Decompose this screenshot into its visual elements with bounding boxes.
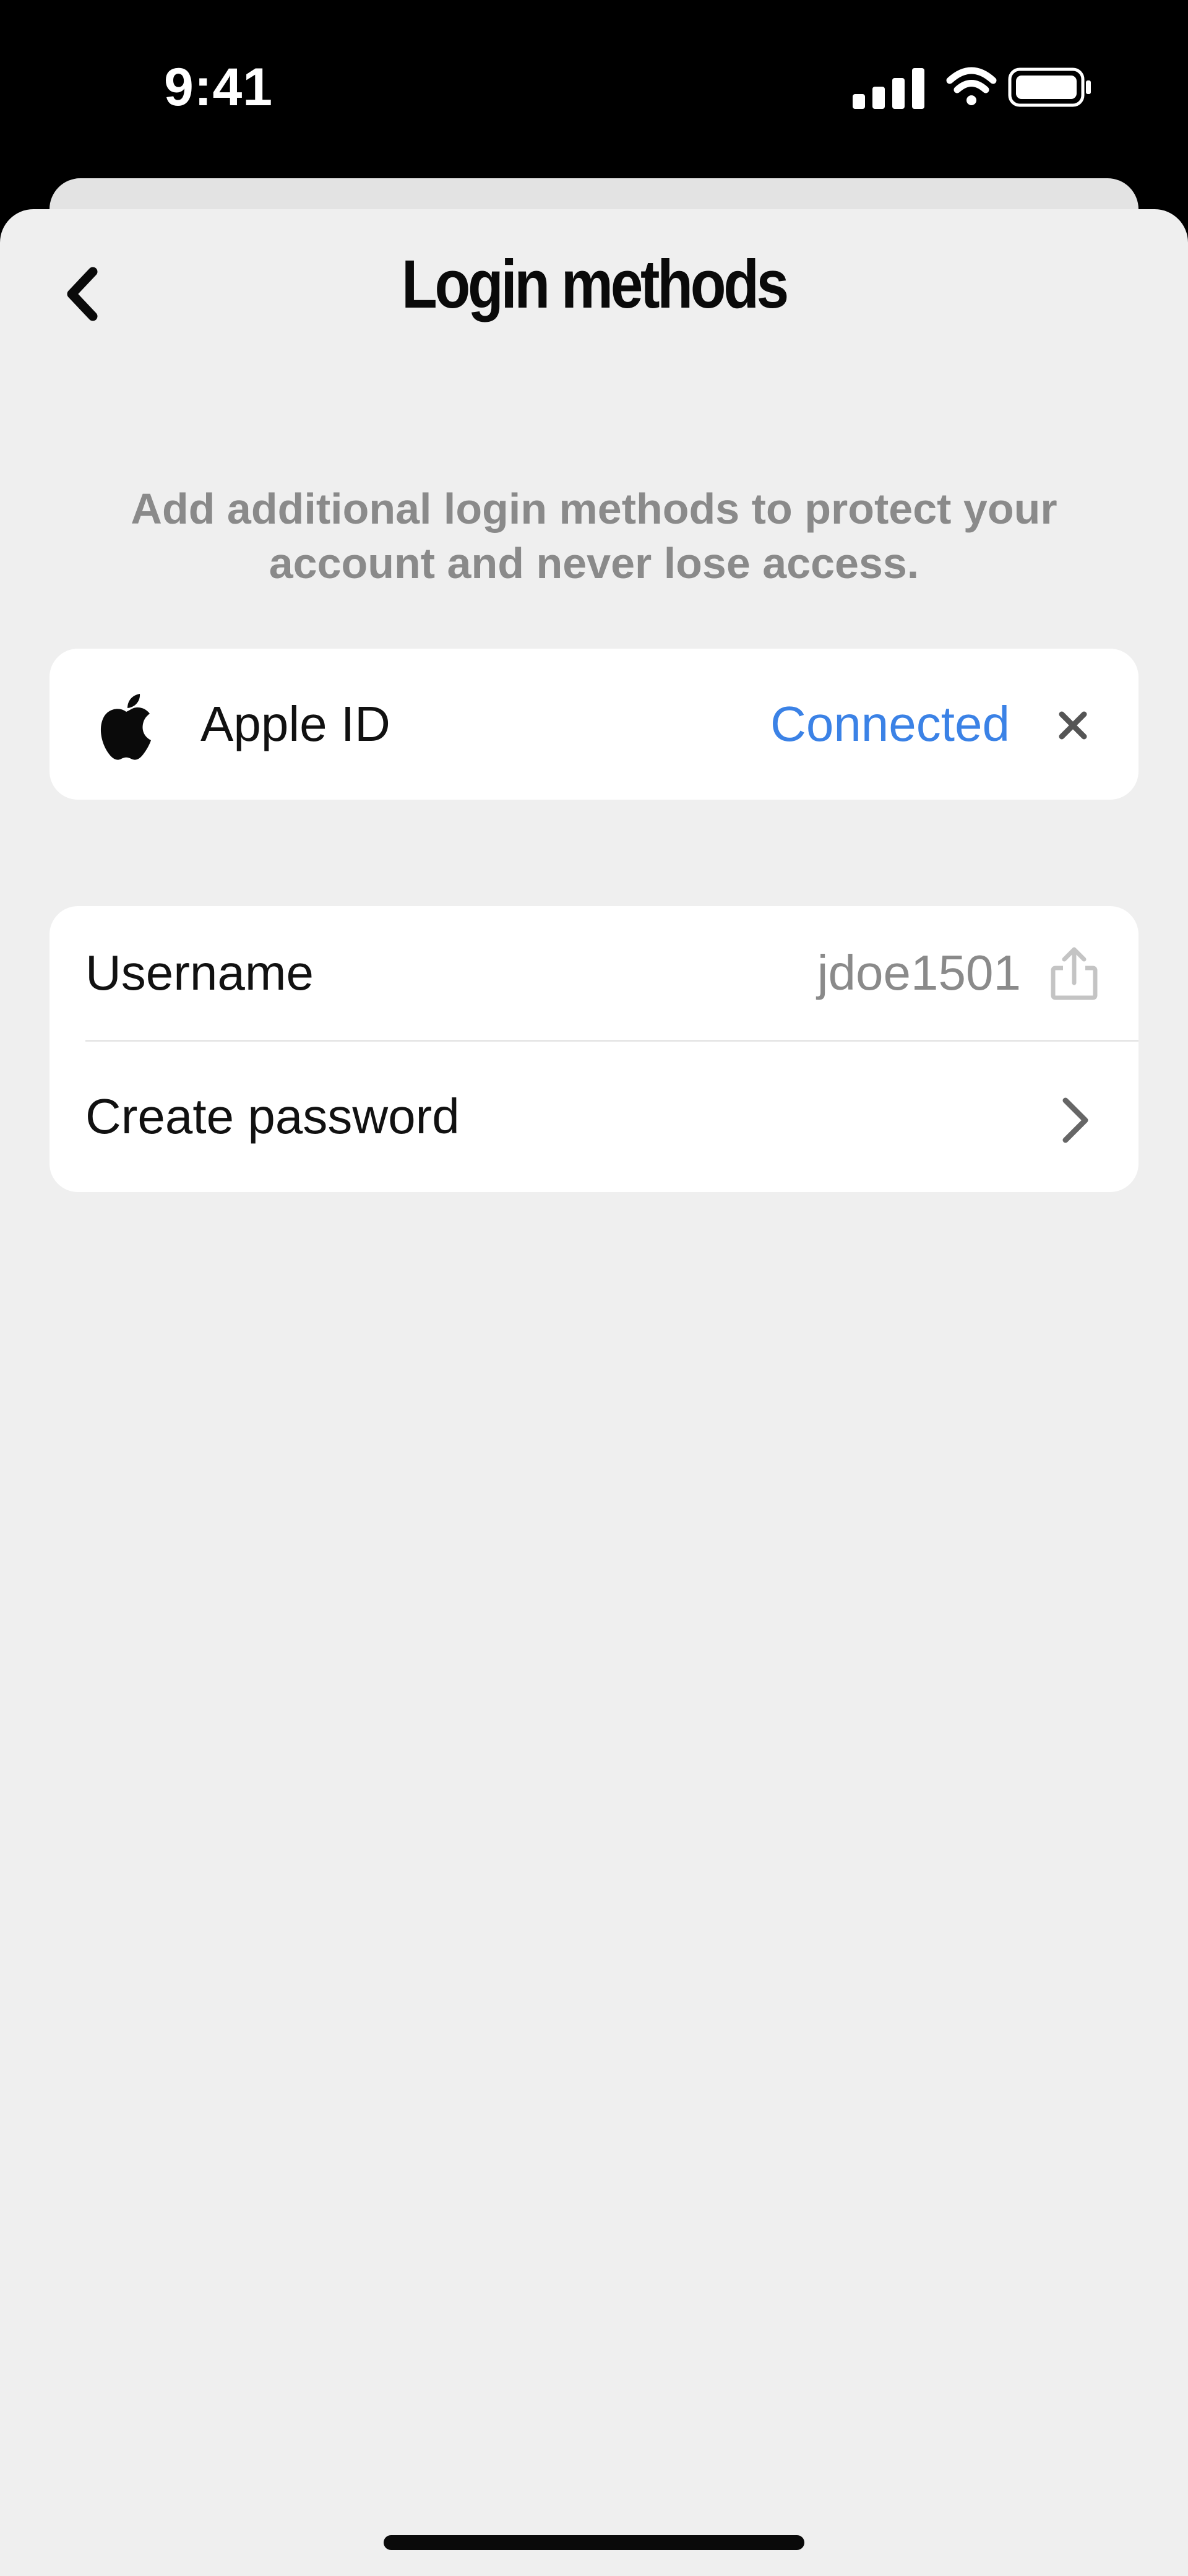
description-text: Add additional login methods to protect … xyxy=(131,485,1057,587)
page-title: Login methods xyxy=(401,246,789,322)
apple-logo-icon xyxy=(100,694,151,760)
cellular-signal-icon xyxy=(853,68,924,109)
home-indicator xyxy=(384,2535,804,2550)
status-icons xyxy=(853,67,1091,109)
share-icon[interactable] xyxy=(1044,943,1104,1003)
username-value: jdoe1501 xyxy=(817,945,1021,1000)
connected-status: Connected xyxy=(770,696,1010,751)
apple-id-label: Apple ID xyxy=(200,696,390,751)
wifi-icon xyxy=(946,67,997,105)
status-time: 9:41 xyxy=(164,58,273,117)
row-divider xyxy=(85,1040,1138,1042)
close-icon xyxy=(1059,711,1087,740)
create-password-label[interactable]: Create password xyxy=(85,1088,460,1145)
username-label: Username xyxy=(85,945,314,1000)
remove-apple-id-button[interactable] xyxy=(1048,701,1098,750)
battery-icon xyxy=(1008,67,1091,107)
status-bar: 9:41 xyxy=(0,0,1188,179)
apple-id-card: Apple ID Connected xyxy=(50,649,1138,800)
account-card: Username jdoe1501 Create password xyxy=(50,906,1138,1192)
chevron-right-icon[interactable] xyxy=(1049,1089,1099,1151)
